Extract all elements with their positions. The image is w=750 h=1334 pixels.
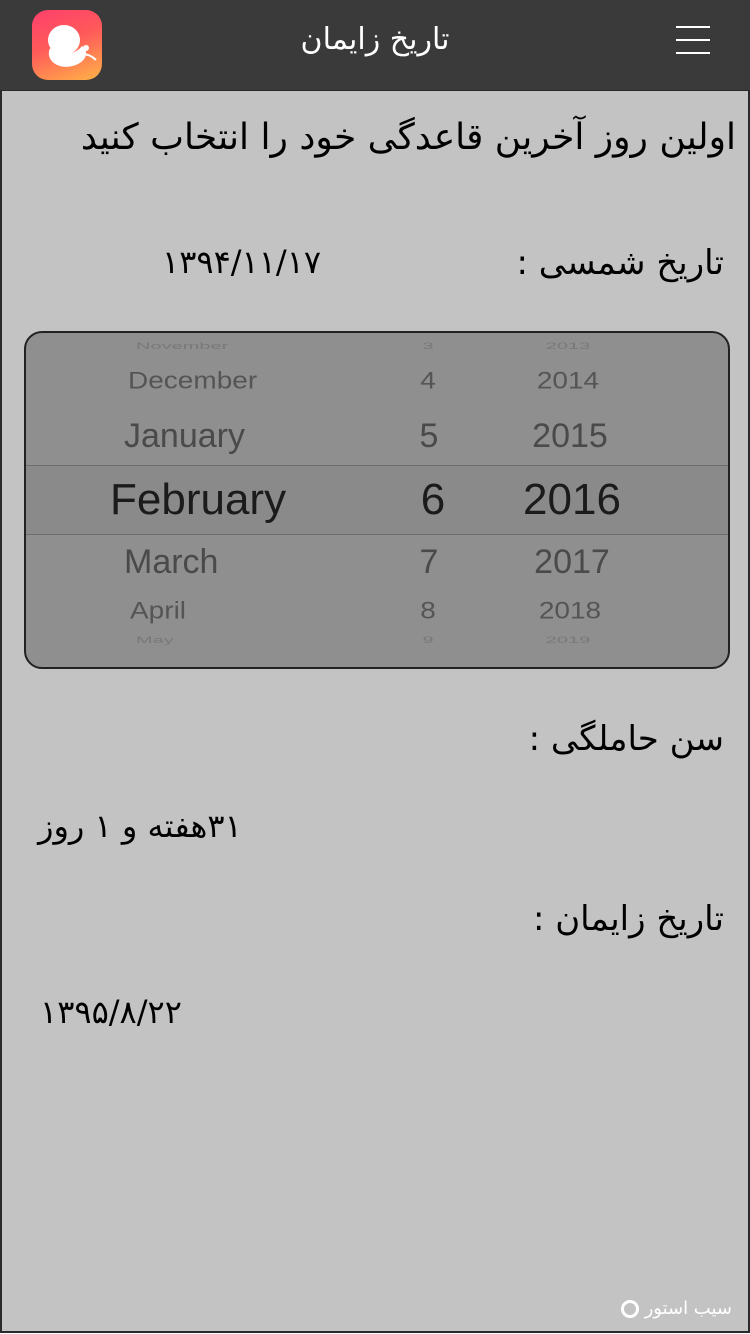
picker-day-item[interactable]: 4 [398,367,458,394]
picker-day-item[interactable]: 9 [398,635,458,645]
screen: تاریخ زایمان اولین روز آخرین قاعدگی خود … [0,0,750,1334]
picker-day-item[interactable]: 8 [398,597,458,624]
hamburger-menu-icon[interactable] [676,26,710,60]
picker-year-item[interactable]: 2015 [500,417,640,456]
picker-day-item[interactable]: 3 [398,341,458,351]
picker-year-item[interactable]: 2013 [498,341,638,351]
pregnancy-age-label: سن حاملگی : [528,719,724,759]
due-date-label: تاریخ زایمان : [532,899,724,939]
picker-year-item[interactable]: 2014 [498,367,638,394]
page-title: تاریخ زایمان [300,22,450,57]
picker-year-selected[interactable]: 2016 [502,475,642,525]
watermark-text: سیب استور [644,1298,732,1319]
watermark: سیب استور [620,1298,732,1319]
picker-month-item[interactable]: January [124,417,245,456]
top-nav-bar: تاریخ زایمان [0,0,750,90]
shamsi-date-label: تاریخ شمسی : [516,243,724,283]
picker-day-item[interactable]: 7 [399,543,459,582]
date-picker-wheel[interactable]: November December January February March… [24,331,730,669]
picker-month-item[interactable]: March [124,543,218,582]
picker-year-item[interactable]: 2018 [500,597,640,624]
picker-month-selected[interactable]: February [110,475,286,525]
pregnancy-age-value: ۳۱هفته و ۱ روز [38,807,242,845]
picker-month-item[interactable]: April [130,597,186,624]
picker-year-item[interactable]: 2017 [502,543,642,582]
content-panel: اولین روز آخرین قاعدگی خود را انتخاب کنی… [0,90,750,1333]
picker-day-item[interactable]: 5 [399,417,459,456]
picker-month-item[interactable]: December [128,367,257,394]
store-logo-icon [620,1299,639,1318]
picker-day-selected[interactable]: 6 [403,475,463,525]
picker-month-item[interactable]: November [136,341,228,351]
picker-year-item[interactable]: 2019 [498,635,638,645]
instruction-heading: اولین روز آخرین قاعدگی خود را انتخاب کنی… [80,117,736,158]
shamsi-date-value: ۱۳۹۴/۱۱/۱۷ [162,243,322,281]
picker-month-item[interactable]: May [136,635,174,645]
due-date-value: ۱۳۹۵/۸/۲۲ [40,993,182,1031]
